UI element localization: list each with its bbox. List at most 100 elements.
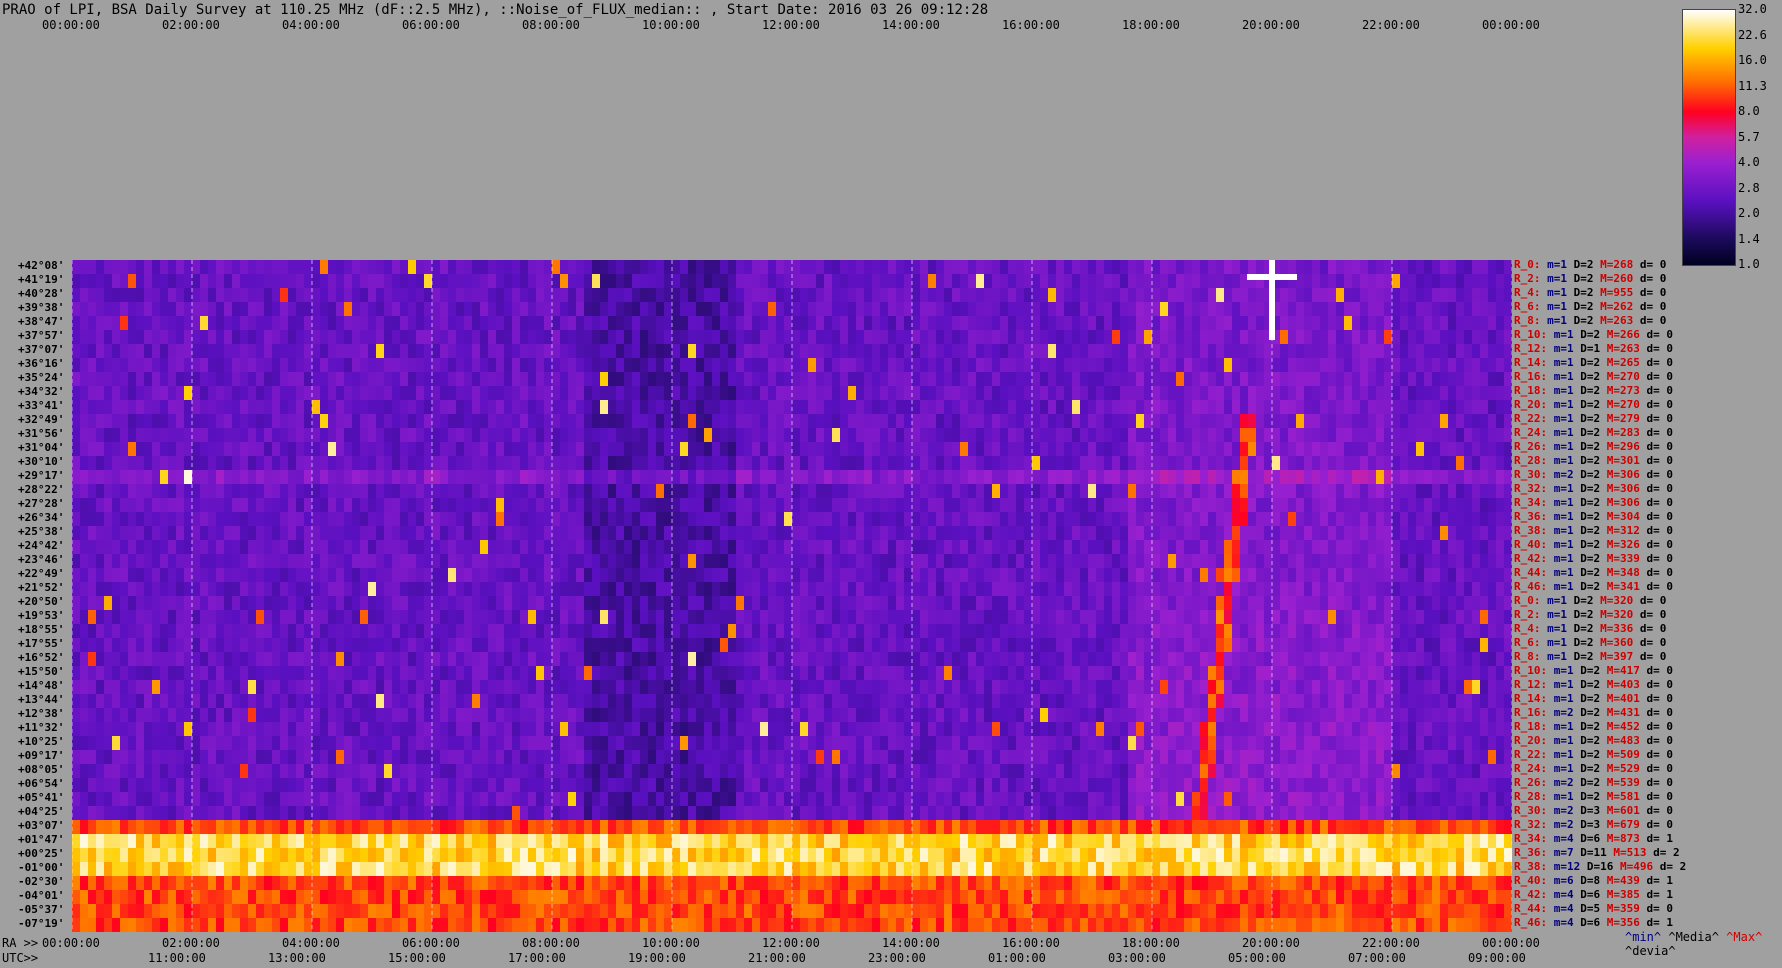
heatmap-cell: [952, 288, 961, 303]
heatmap-cell: [528, 386, 537, 401]
heatmap-cell: [1304, 470, 1313, 485]
heatmap-cell: [128, 596, 137, 611]
heatmap-cell: [1160, 260, 1169, 275]
heatmap-cell: [288, 638, 297, 653]
heatmap-cell: [712, 484, 721, 499]
heatmap-cell: [536, 344, 545, 359]
heatmap-cell: [1248, 470, 1257, 485]
heatmap-cell: [960, 428, 969, 443]
heatmap-cell: [328, 596, 337, 611]
heatmap-cell: [448, 260, 457, 275]
heatmap-cell: [168, 624, 177, 639]
heatmap-cell: [88, 512, 97, 527]
heatmap-cell: [1376, 316, 1385, 331]
heatmap-cell: [664, 386, 673, 401]
heatmap-cell: [1280, 330, 1289, 345]
heatmap-cell: [1496, 512, 1505, 527]
heatmap-cell: [208, 330, 217, 345]
heatmap-cell: [672, 330, 681, 345]
heatmap-cell: [496, 302, 505, 317]
heatmap-cell: [1112, 330, 1121, 345]
heatmap-cell: [592, 624, 601, 639]
heatmap-cell: [1200, 260, 1209, 275]
heatmap-cell: [200, 344, 209, 359]
heatmap-cell: [688, 358, 697, 373]
heatmap-cell: [848, 498, 857, 513]
heatmap-cell: [464, 428, 473, 443]
heatmap-cell: [1064, 540, 1073, 555]
heatmap-cell: [1456, 582, 1465, 597]
heatmap-cell: [1232, 540, 1241, 555]
heatmap-cell: [552, 484, 561, 499]
heatmap-cell: [1040, 596, 1049, 611]
heatmap-cell: [1472, 442, 1481, 457]
heatmap-cell: [640, 428, 649, 443]
heatmap-cell: [736, 372, 745, 387]
heatmap-cell: [496, 484, 505, 499]
heatmap-cell: [1344, 260, 1353, 275]
heatmap-cell: [888, 344, 897, 359]
heatmap-cell: [1176, 386, 1185, 401]
heatmap-cell: [1184, 414, 1193, 429]
heatmap-cell: [896, 288, 905, 303]
heatmap-cell: [1168, 498, 1177, 513]
heatmap-cell: [560, 470, 569, 485]
heatmap-cell: [904, 442, 913, 457]
heatmap-cell: [408, 386, 417, 401]
heatmap-cell: [504, 442, 513, 457]
heatmap-cell: [1488, 610, 1497, 625]
heatmap-cell: [984, 274, 993, 289]
heatmap-cell: [848, 288, 857, 303]
heatmap-cell: [336, 372, 345, 387]
heatmap-cell: [728, 638, 737, 653]
heatmap-cell: [1456, 288, 1465, 303]
heatmap-cell: [936, 330, 945, 345]
heatmap-cell: [72, 428, 81, 443]
heatmap-cell: [616, 526, 625, 541]
heatmap-cell: [720, 554, 729, 569]
heatmap-cell: [208, 302, 217, 317]
heatmap-cell: [200, 638, 209, 653]
heatmap-cell: [312, 330, 321, 345]
heatmap-cell: [1040, 302, 1049, 317]
heatmap-cell: [960, 484, 969, 499]
heatmap-cell: [88, 596, 97, 611]
heatmap-cell: [512, 372, 521, 387]
heatmap-cell: [824, 484, 833, 499]
heatmap-cell: [1024, 540, 1033, 555]
heatmap-cell: [88, 568, 97, 583]
heatmap-cell: [416, 456, 425, 471]
heatmap-cell: [1304, 540, 1313, 555]
heatmap-cell: [888, 316, 897, 331]
heatmap-cell: [968, 414, 977, 429]
heatmap-cell: [1312, 386, 1321, 401]
heatmap-cell: [1056, 386, 1065, 401]
heatmap-cell: [352, 302, 361, 317]
heatmap-cell: [1072, 498, 1081, 513]
heatmap-cell: [1040, 498, 1049, 513]
heatmap-cell: [1200, 470, 1209, 485]
heatmap-cell: [520, 638, 529, 653]
heatmap-cell: [496, 358, 505, 373]
heatmap-cell: [1192, 540, 1201, 555]
heatmap-cell: [448, 526, 457, 541]
heatmap-cell: [464, 442, 473, 457]
heatmap-cell: [712, 330, 721, 345]
heatmap-cell: [920, 540, 929, 555]
heatmap-cell: [752, 260, 761, 275]
heatmap-cell: [1416, 540, 1425, 555]
heatmap-cell: [824, 568, 833, 583]
heatmap-cell: [1296, 358, 1305, 373]
heatmap-cell: [120, 512, 129, 527]
heatmap-cell: [1200, 456, 1209, 471]
heatmap-cell: [344, 568, 353, 583]
heatmap-cell: [768, 638, 777, 653]
heatmap-cell: [120, 568, 129, 583]
heatmap-cell: [88, 274, 97, 289]
heatmap-cell: [864, 638, 873, 653]
heatmap-cell: [1320, 372, 1329, 387]
heatmap-cell: [1248, 540, 1257, 555]
heatmap-cell: [608, 498, 617, 513]
heatmap-cell: [576, 428, 585, 443]
heatmap-cell: [608, 372, 617, 387]
